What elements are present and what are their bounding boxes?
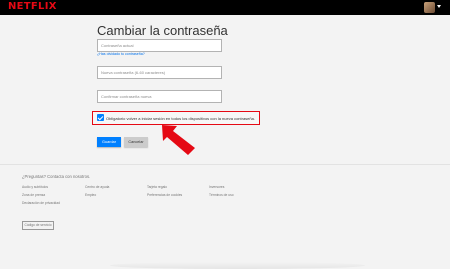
signout-all-devices-label: Obligatorio volver a iniciar sesión en t… <box>106 115 255 121</box>
current-password-input[interactable]: Contraseña actual <box>97 39 222 52</box>
top-navigation-bar: NETFLIX <box>0 0 450 15</box>
service-code-button[interactable]: Código de servicio <box>22 221 54 230</box>
footer-link-gift-card[interactable]: Tarjeta regalo <box>147 185 167 189</box>
netflix-logo[interactable]: NETFLIX <box>8 1 57 12</box>
cancel-button[interactable]: Cancelar <box>124 137 148 147</box>
footer-link-help-center[interactable]: Centro de ayuda <box>85 185 109 189</box>
footer-link-cookie-preferences[interactable]: Preferencias de cookies <box>147 193 182 197</box>
signout-all-devices-checkbox[interactable] <box>97 114 104 121</box>
red-arrow-icon <box>162 125 195 155</box>
footer-link-investors[interactable]: Inversores <box>209 185 224 189</box>
forgot-password-link[interactable]: ¿Has olvidado tu contraseña? <box>97 52 145 56</box>
footer-link-privacy[interactable]: Declaración de privacidad <box>22 201 60 205</box>
footer-link-terms[interactable]: Términos de uso <box>209 193 234 197</box>
footer-divider <box>0 164 450 165</box>
footer-link-press[interactable]: Zona de prensa <box>22 193 45 197</box>
caret-down-icon[interactable] <box>437 5 441 8</box>
footer-link-audio-subtitles[interactable]: Audio y subtítulos <box>22 185 48 189</box>
page-title: Cambiar la contraseña <box>97 23 228 38</box>
profile-avatar-icon[interactable] <box>424 2 435 13</box>
confirm-password-input[interactable]: Confirmar contraseña nueva <box>97 90 222 103</box>
footer-link-jobs[interactable]: Empleo <box>85 193 96 197</box>
footer-contact-question[interactable]: ¿Preguntas? Contacta con nosotros. <box>22 174 90 179</box>
save-button[interactable]: Guardar <box>97 137 121 147</box>
new-password-input[interactable]: Nueva contraseña (6-60 caracteres) <box>97 66 222 79</box>
bottom-shadow <box>110 262 365 269</box>
